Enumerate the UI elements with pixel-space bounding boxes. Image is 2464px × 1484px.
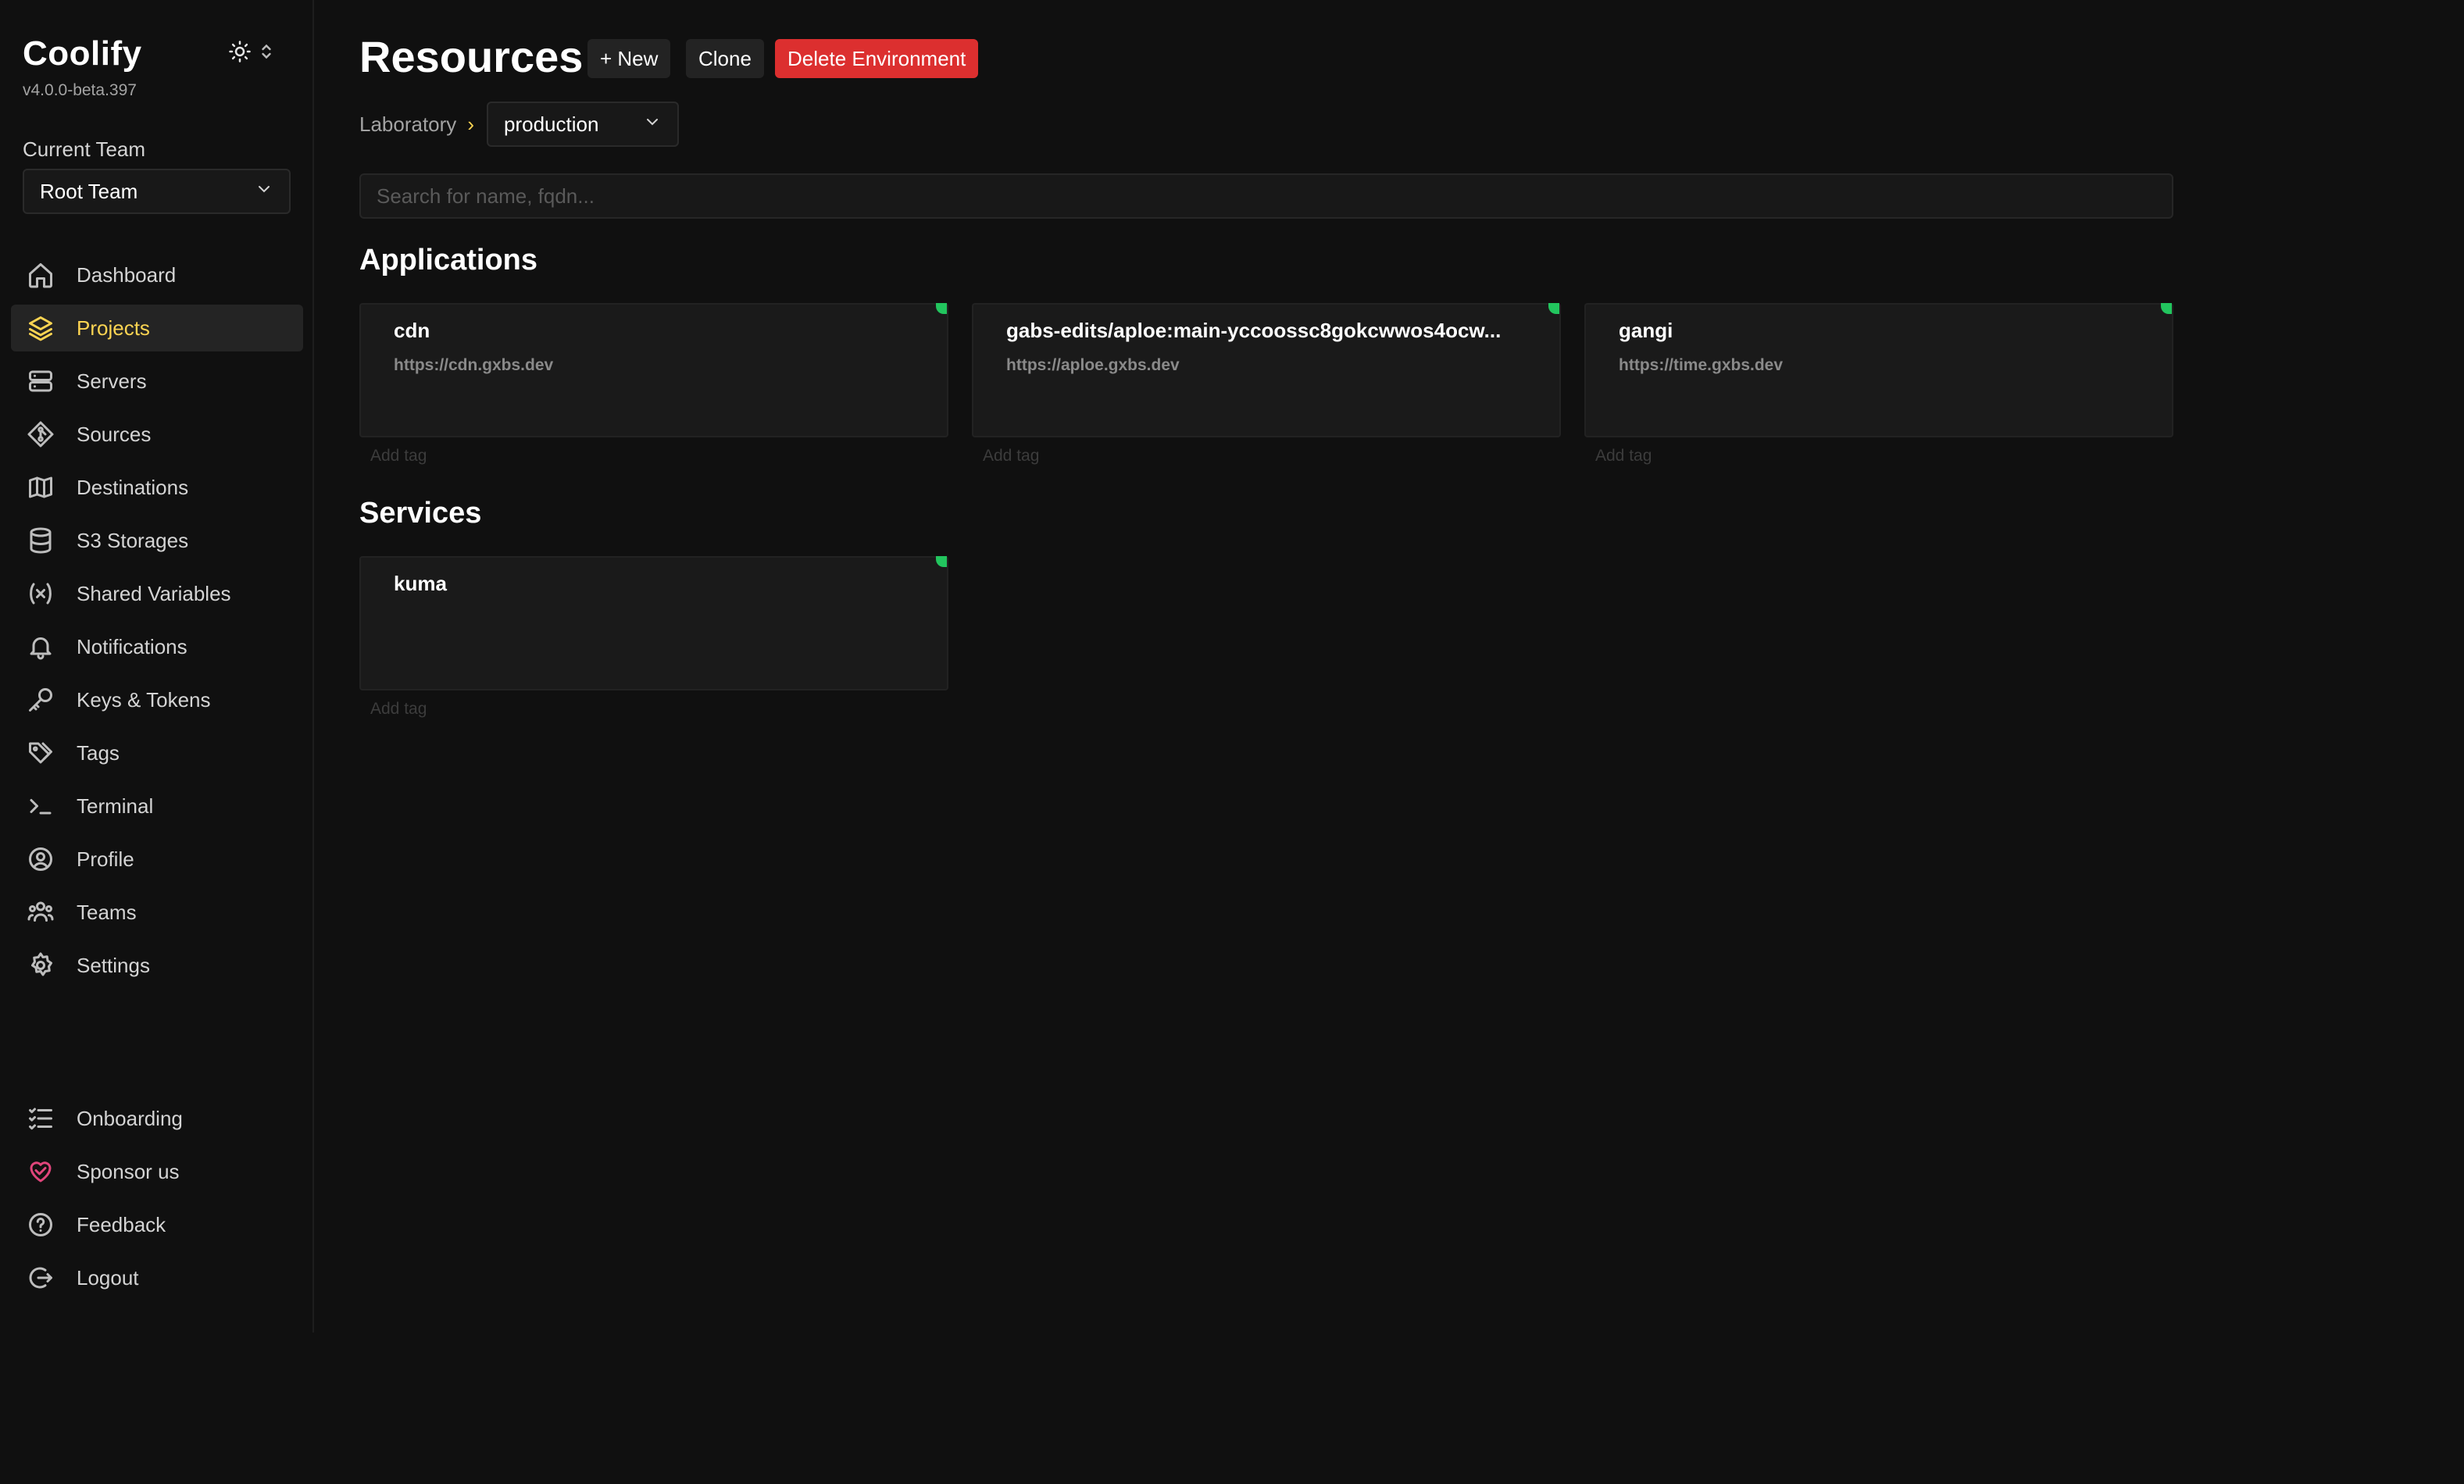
nav-label: Keys & Tokens xyxy=(77,687,211,712)
bottom-nav: Onboarding Sponsor us Feedback Logout xyxy=(11,1095,303,1307)
breadcrumb-separator: › xyxy=(467,112,474,136)
clone-button[interactable]: Clone xyxy=(686,39,764,78)
delete-environment-button[interactable]: Delete Environment xyxy=(775,39,979,78)
status-indicator xyxy=(1548,303,1559,314)
breadcrumb: Laboratory › production xyxy=(359,102,679,147)
add-tag-button[interactable]: Add tag xyxy=(983,447,1039,466)
search-input[interactable] xyxy=(359,173,2173,219)
services-heading: Services xyxy=(359,497,482,530)
nav-item-terminal[interactable]: Terminal xyxy=(11,783,303,829)
heart-icon xyxy=(25,1156,56,1187)
nav-label: Settings xyxy=(77,953,150,977)
nav-item-profile[interactable]: Profile xyxy=(11,836,303,883)
checklist-icon xyxy=(25,1103,56,1134)
environment-select-value: production xyxy=(503,112,599,136)
nav-label: Terminal xyxy=(77,794,154,818)
nav-label: Profile xyxy=(77,847,134,871)
terminal-icon xyxy=(25,790,56,822)
nav-item-notifications[interactable]: Notifications xyxy=(11,623,303,670)
nav-item-sources[interactable]: Sources xyxy=(11,411,303,458)
team-select[interactable]: Root Team xyxy=(23,169,291,214)
application-name: cdn xyxy=(394,319,430,342)
service-name: kuma xyxy=(394,572,447,595)
nav-item-s3-storages[interactable]: S3 Storages xyxy=(11,517,303,564)
server-icon xyxy=(25,366,56,397)
nav-item-feedback[interactable]: Feedback xyxy=(11,1201,303,1248)
gear-icon xyxy=(25,950,56,981)
status-indicator xyxy=(936,556,947,567)
help-icon xyxy=(25,1209,56,1240)
nav-item-projects[interactable]: Projects xyxy=(11,305,303,351)
map-icon xyxy=(25,472,56,503)
chevron-down-icon xyxy=(643,112,662,137)
git-icon xyxy=(25,419,56,450)
chevron-up-down-icon xyxy=(259,42,273,65)
nav-item-logout[interactable]: Logout xyxy=(11,1254,303,1301)
application-url: https://aploe.gxbs.dev xyxy=(1006,356,1180,374)
nav-item-tags[interactable]: Tags xyxy=(11,730,303,776)
add-tag-button[interactable]: Add tag xyxy=(370,700,427,719)
applications-heading: Applications xyxy=(359,244,538,276)
nav-label: Sources xyxy=(77,422,152,446)
add-tag-button[interactable]: Add tag xyxy=(370,447,427,466)
application-card[interactable]: gangi https://time.gxbs.dev xyxy=(1584,303,2173,437)
nav-item-teams[interactable]: Teams xyxy=(11,889,303,936)
nav-item-destinations[interactable]: Destinations xyxy=(11,464,303,511)
nav-item-settings[interactable]: Settings xyxy=(11,942,303,989)
layers-icon xyxy=(25,312,56,344)
logout-icon xyxy=(25,1262,56,1293)
database-icon xyxy=(25,525,56,556)
nav-item-shared-variables[interactable]: Shared Variables xyxy=(11,570,303,617)
add-tag-button[interactable]: Add tag xyxy=(1595,447,1652,466)
nav-item-onboarding[interactable]: Onboarding xyxy=(11,1095,303,1142)
app-logo-text[interactable]: Coolify xyxy=(23,34,142,73)
page-title: Resources xyxy=(359,32,584,81)
application-card[interactable]: gabs-edits/aploe:main-yccoossc8gokcwwos4… xyxy=(972,303,1561,437)
breadcrumb-project[interactable]: Laboratory xyxy=(359,112,456,137)
tag-icon xyxy=(25,737,56,769)
environment-select[interactable]: production xyxy=(486,102,679,147)
current-team-label: Current Team xyxy=(23,137,146,161)
nav-label: Dashboard xyxy=(77,262,177,287)
bell-icon xyxy=(25,631,56,662)
nav-label: Shared Variables xyxy=(77,581,231,605)
nav-label: Projects xyxy=(77,316,150,340)
nav-label: Tags xyxy=(77,740,120,765)
nav-label: Logout xyxy=(77,1265,139,1290)
new-resource-button[interactable]: + New xyxy=(587,39,671,78)
status-indicator xyxy=(2161,303,2172,314)
user-circle-icon xyxy=(25,844,56,875)
key-icon xyxy=(25,684,56,715)
application-url: https://cdn.gxbs.dev xyxy=(394,356,554,374)
nav-item-dashboard[interactable]: Dashboard xyxy=(11,251,303,298)
sun-icon xyxy=(228,40,252,67)
variable-icon xyxy=(25,578,56,609)
team-select-value: Root Team xyxy=(40,179,138,203)
users-icon xyxy=(25,897,56,928)
nav-label: Onboarding xyxy=(77,1106,183,1130)
nav-label: Teams xyxy=(77,900,137,924)
application-url: https://time.gxbs.dev xyxy=(1619,356,1784,374)
nav-label: Sponsor us xyxy=(77,1159,180,1183)
application-name: gangi xyxy=(1619,319,1673,342)
nav-item-sponsor[interactable]: Sponsor us xyxy=(11,1148,303,1195)
nav-label: Destinations xyxy=(77,475,189,499)
service-card[interactable]: kuma xyxy=(359,556,948,690)
status-indicator xyxy=(936,303,947,314)
nav-label: Servers xyxy=(77,369,147,393)
sidebar: Coolify v4.0.0-beta.397 Current Team Roo… xyxy=(0,0,314,1332)
application-name: gabs-edits/aploe:main-yccoossc8gokcwwos4… xyxy=(1006,319,1502,342)
nav-item-servers[interactable]: Servers xyxy=(11,358,303,405)
nav-label: Notifications xyxy=(77,634,187,658)
theme-toggle-button[interactable] xyxy=(228,39,284,67)
nav-item-keys-tokens[interactable]: Keys & Tokens xyxy=(11,676,303,723)
app-version: v4.0.0-beta.397 xyxy=(23,81,137,99)
main-nav: Dashboard Projects Servers Sources Desti… xyxy=(11,251,303,995)
nav-label: S3 Storages xyxy=(77,528,189,552)
chevron-down-icon xyxy=(255,180,273,204)
application-card[interactable]: cdn https://cdn.gxbs.dev xyxy=(359,303,948,437)
home-icon xyxy=(25,259,56,291)
nav-label: Feedback xyxy=(77,1212,166,1236)
